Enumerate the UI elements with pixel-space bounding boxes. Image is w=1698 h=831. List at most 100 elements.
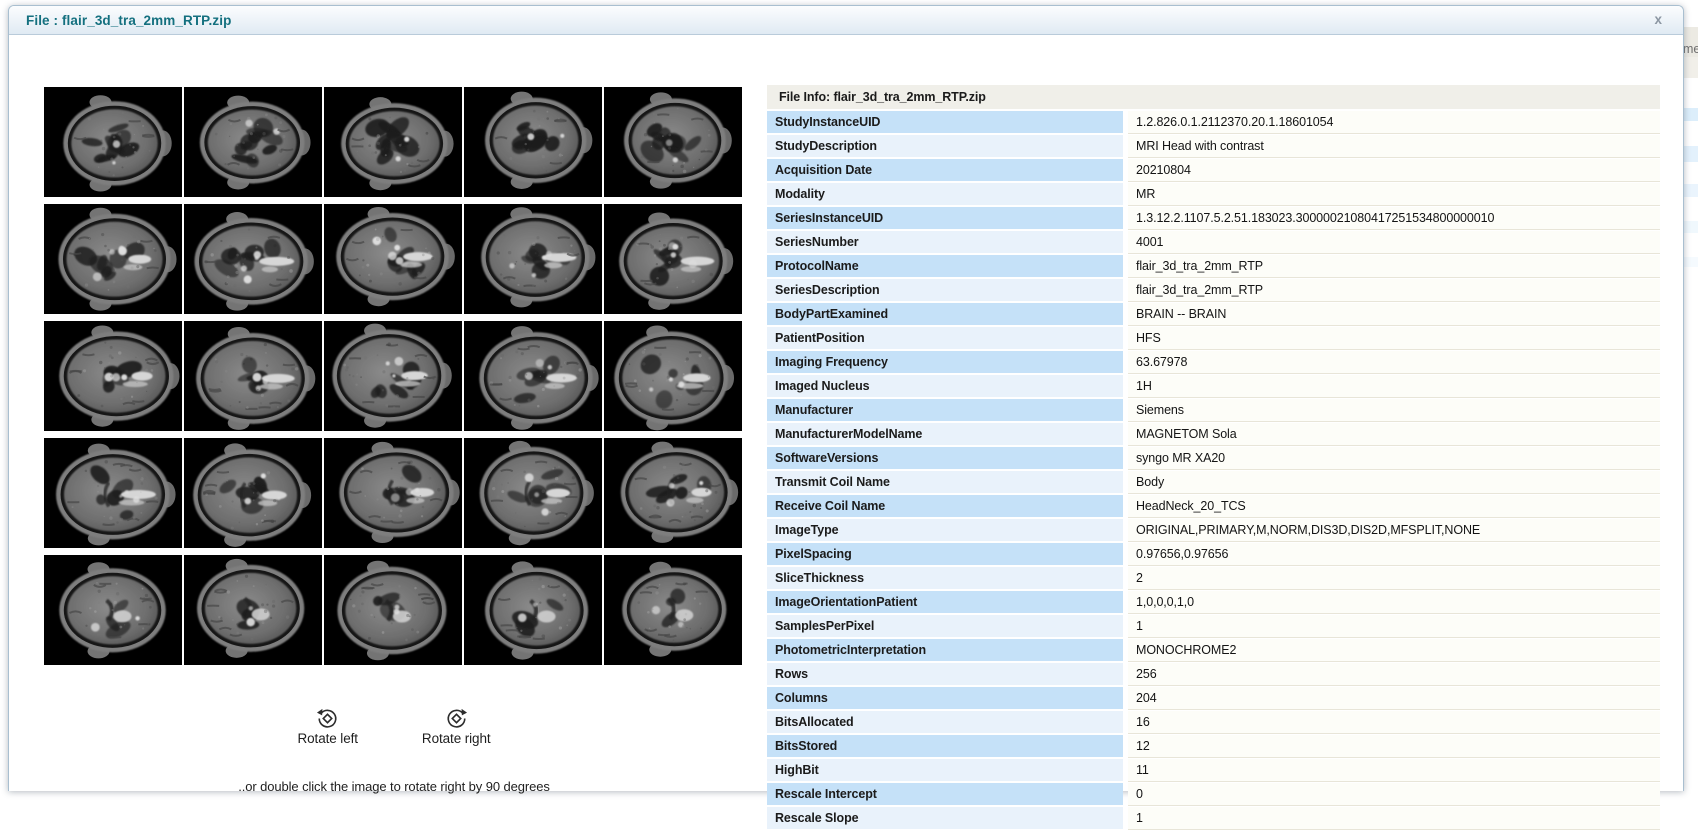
rotate-right-button[interactable]: Rotate right (422, 707, 491, 746)
field-label: SliceThickness (767, 567, 1123, 589)
mri-slice-image (184, 87, 322, 197)
background-table-stripe (1683, 221, 1698, 233)
mri-thumbnail[interactable] (464, 204, 602, 314)
field-value: 1.2.826.0.1.2112370.20.1.18601054 (1128, 111, 1660, 134)
table-row: Imaged Nucleus1H (767, 375, 1660, 399)
field-value: syngo MR XA20 (1128, 447, 1660, 470)
mri-slice-image (44, 438, 182, 548)
field-value: 1 (1128, 615, 1660, 638)
field-label: Receive Coil Name (767, 495, 1123, 517)
field-value: 1.3.12.2.1107.5.2.51.183023.300000210804… (1128, 207, 1660, 230)
mri-thumbnail[interactable] (464, 555, 602, 665)
table-row: BitsStored12 (767, 735, 1660, 759)
field-label: ProtocolName (767, 255, 1123, 277)
dialog-titlebar: File : flair_3d_tra_2mm_RTP.zip x (9, 6, 1683, 35)
table-row: SoftwareVersionssyngo MR XA20 (767, 447, 1660, 471)
field-label: SeriesInstanceUID (767, 207, 1123, 229)
mri-thumbnail[interactable] (184, 204, 322, 314)
table-row: ImageOrientationPatient1,0,0,0,1,0 (767, 591, 1660, 615)
field-value: Body (1128, 471, 1660, 494)
mri-slice-image (324, 321, 462, 431)
mri-thumbnail[interactable] (184, 87, 322, 197)
mri-thumbnail[interactable] (44, 87, 182, 197)
mri-slice-image (184, 438, 322, 548)
mri-slice-image (604, 555, 742, 665)
rotate-left-icon (316, 707, 339, 730)
mri-thumbnail[interactable] (604, 321, 742, 431)
field-value: MRI Head with contrast (1128, 135, 1660, 158)
mri-thumbnail[interactable] (184, 438, 322, 548)
mri-thumbnail[interactable] (184, 321, 322, 431)
field-value: 20210804 (1128, 159, 1660, 182)
mri-slice-image (44, 204, 182, 314)
mri-slice-image (184, 204, 322, 314)
field-label: ManufacturerModelName (767, 423, 1123, 445)
mri-thumbnail[interactable] (324, 555, 462, 665)
mri-thumbnail[interactable] (44, 204, 182, 314)
background-table-stripe (1683, 108, 1698, 121)
background-table-stripe (1683, 257, 1698, 267)
background-table-stripe (1683, 184, 1698, 197)
mri-thumbnail[interactable] (324, 204, 462, 314)
mri-slice-image (184, 321, 322, 431)
field-value: 12 (1128, 735, 1660, 758)
mri-thumbnail[interactable] (44, 555, 182, 665)
file-info-header: File Info: flair_3d_tra_2mm_RTP.zip (767, 85, 1660, 109)
mri-slice-image (324, 204, 462, 314)
mri-thumbnail[interactable] (464, 321, 602, 431)
table-row: Rescale Slope1 (767, 807, 1660, 831)
field-value: 0.97656,0.97656 (1128, 543, 1660, 566)
field-label: Imaging Frequency (767, 351, 1123, 373)
mri-slice-image (604, 321, 742, 431)
close-button[interactable]: x (1654, 12, 1662, 28)
field-label: Rows (767, 663, 1123, 685)
mri-thumbnail[interactable] (464, 87, 602, 197)
mri-thumbnail[interactable] (44, 321, 182, 431)
mri-thumbnail[interactable] (324, 321, 462, 431)
field-label: Rescale Slope (767, 807, 1123, 829)
file-dialog: File : flair_3d_tra_2mm_RTP.zip x Rotate… (8, 5, 1684, 791)
field-label: HighBit (767, 759, 1123, 781)
mri-slice-image (464, 321, 602, 431)
field-value: 11 (1128, 759, 1660, 782)
field-value: ORIGINAL,PRIMARY,M,NORM,DIS3D,DIS2D,MFSP… (1128, 519, 1660, 542)
field-label: PatientPosition (767, 327, 1123, 349)
field-label: PhotometricInterpretation (767, 639, 1123, 661)
mri-slice-image (604, 87, 742, 197)
rotate-hint: ..or double click the image to rotate ri… (44, 779, 744, 794)
file-info-table: File Info: flair_3d_tra_2mm_RTP.zip Stud… (767, 85, 1660, 831)
mri-thumbnail[interactable] (604, 204, 742, 314)
mri-thumbnail[interactable] (604, 555, 742, 665)
field-value: 63.67978 (1128, 351, 1660, 374)
field-label: Imaged Nucleus (767, 375, 1123, 397)
table-row: ManufacturerModelNameMAGNETOM Sola (767, 423, 1660, 447)
field-label: Rescale Intercept (767, 783, 1123, 805)
table-row: BodyPartExaminedBRAIN -- BRAIN (767, 303, 1660, 327)
table-row: Acquisition Date20210804 (767, 159, 1660, 183)
table-row: SeriesNumber4001 (767, 231, 1660, 255)
field-label: BitsAllocated (767, 711, 1123, 733)
table-row: PatientPositionHFS (767, 327, 1660, 351)
rotate-right-icon (445, 707, 468, 730)
mri-thumbnail[interactable] (464, 438, 602, 548)
field-value: flair_3d_tra_2mm_RTP (1128, 279, 1660, 302)
field-value: MR (1128, 183, 1660, 206)
mri-slice-image (464, 87, 602, 197)
mri-thumbnail[interactable] (324, 87, 462, 197)
mri-thumbnail[interactable] (184, 555, 322, 665)
rotate-left-button[interactable]: Rotate left (297, 707, 357, 746)
mri-slice-image (464, 204, 602, 314)
table-row: Rescale Intercept0 (767, 783, 1660, 807)
mri-slice-image (464, 555, 602, 665)
mri-thumbnail[interactable] (604, 87, 742, 197)
mri-thumbnail[interactable] (44, 438, 182, 548)
mri-slice-image (604, 438, 742, 548)
table-row: StudyDescriptionMRI Head with contrast (767, 135, 1660, 159)
background-header-band-2 (1683, 57, 1698, 78)
field-value: flair_3d_tra_2mm_RTP (1128, 255, 1660, 278)
field-label: BitsStored (767, 735, 1123, 757)
mri-thumbnail[interactable] (324, 438, 462, 548)
mri-thumbnail[interactable] (604, 438, 742, 548)
mri-slice-image (44, 321, 182, 431)
rotate-left-label: Rotate left (297, 731, 357, 746)
